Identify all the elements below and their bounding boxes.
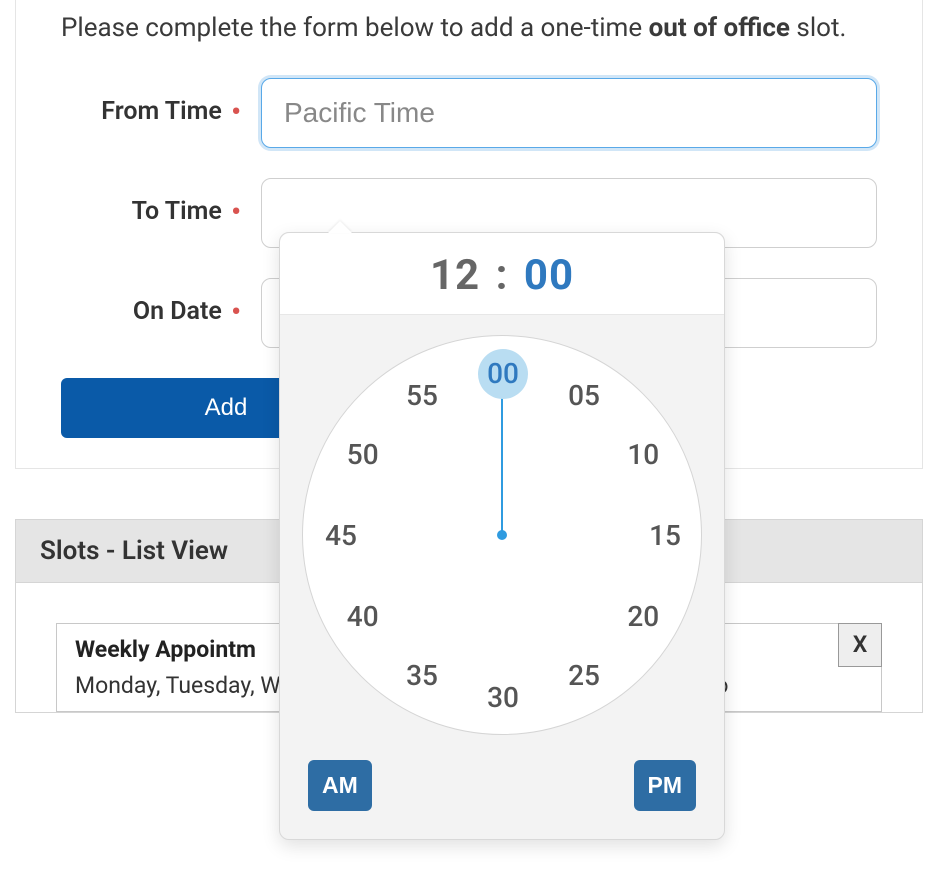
required-dot-icon: •	[231, 295, 241, 328]
to-time-label-text: To Time	[132, 197, 222, 226]
clock-number-20[interactable]: 20	[618, 592, 668, 642]
ampm-row: AM PM	[280, 755, 724, 839]
clock-number-05[interactable]: 05	[559, 371, 609, 421]
intro-strong: out of office	[649, 13, 790, 43]
clock-wrap: 00 0510 15 2025 30 3540 45 5055	[280, 315, 724, 755]
required-dot-icon: •	[231, 95, 241, 128]
am-button[interactable]: AM	[308, 760, 372, 811]
clock-number-35[interactable]: 35	[397, 651, 447, 701]
clock-number-15[interactable]: 15	[640, 511, 690, 561]
pm-button[interactable]: PM	[634, 760, 697, 811]
clock-number-50[interactable]: 50	[338, 430, 388, 480]
clock-number-10[interactable]: 10	[618, 430, 668, 480]
slot-delete-button[interactable]: X	[838, 623, 882, 667]
intro-prefix: Please complete the form below to add a …	[61, 13, 649, 43]
from-time-input[interactable]	[261, 78, 877, 148]
clock-face[interactable]: 00 0510 15 2025 30 3540 45 5055	[302, 335, 702, 735]
intro-text: Please complete the form below to add a …	[61, 10, 877, 48]
clock-number-25[interactable]: 25	[559, 651, 609, 701]
from-time-label-text: From Time	[101, 97, 222, 126]
time-picker-popover: 12 : 00 00 0510 15 2025 30 3540 45 5055 AM PM	[279, 232, 725, 840]
on-date-label-text: On Date	[133, 297, 222, 326]
time-separator: :	[480, 251, 524, 300]
clock-center-icon	[497, 530, 507, 540]
clock-number-30[interactable]: 30	[478, 673, 528, 723]
to-time-label: To Time •	[61, 194, 261, 230]
time-hour[interactable]: 12	[430, 251, 480, 300]
required-dot-icon: •	[231, 195, 241, 228]
popover-arrow-icon	[328, 221, 352, 233]
clock-number-55[interactable]: 55	[397, 371, 447, 421]
clock-number-00[interactable]: 00	[478, 349, 528, 399]
clock-hand-icon	[501, 375, 503, 535]
on-date-label: On Date •	[61, 294, 261, 330]
from-time-label: From Time •	[61, 94, 261, 130]
time-picker-header: 12 : 00	[280, 233, 724, 315]
intro-suffix: slot.	[790, 13, 846, 43]
time-minute[interactable]: 00	[524, 251, 574, 300]
from-time-row: From Time •	[61, 78, 877, 148]
clock-number-45[interactable]: 45	[316, 511, 366, 561]
clock-number-40[interactable]: 40	[338, 592, 388, 642]
